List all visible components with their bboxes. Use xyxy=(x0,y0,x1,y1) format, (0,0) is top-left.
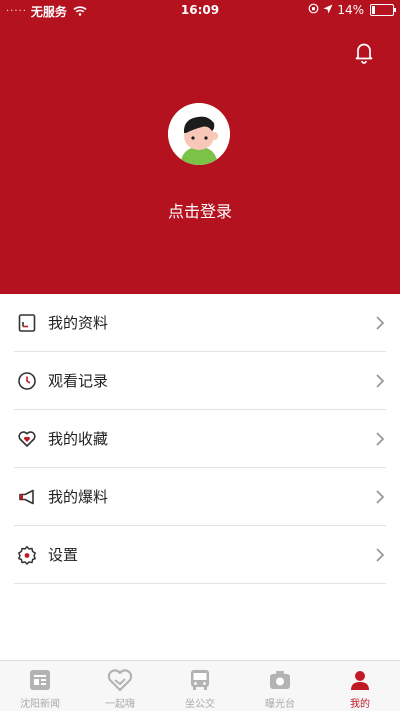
avatar[interactable] xyxy=(168,103,230,165)
menu-item-history[interactable]: 观看记录 xyxy=(14,352,386,410)
camera-icon xyxy=(267,667,293,693)
tab-news[interactable]: 沈阳新闻 xyxy=(0,661,80,711)
status-bar: ····· 无服务 16:09 14% xyxy=(0,0,400,20)
chevron-right-icon xyxy=(374,547,386,563)
battery-icon xyxy=(370,4,396,16)
chevron-right-icon xyxy=(374,431,386,447)
heart-icon xyxy=(16,428,38,450)
menu-item-favorites[interactable]: 我的收藏 xyxy=(14,410,386,468)
battery-percent: 14% xyxy=(337,3,364,17)
chevron-right-icon xyxy=(374,373,386,389)
chevron-right-icon xyxy=(374,315,386,331)
location-icon xyxy=(323,3,333,17)
news-icon xyxy=(27,667,53,693)
menu-item-label: 我的收藏 xyxy=(48,430,109,448)
clock-icon xyxy=(16,370,38,392)
tab-label: 我的 xyxy=(350,699,370,710)
menu-item-label: 观看记录 xyxy=(48,372,109,390)
menu-item-reports[interactable]: 我的爆料 xyxy=(14,468,386,526)
chevron-right-icon xyxy=(374,489,386,505)
login-link[interactable]: 点击登录 xyxy=(0,198,400,222)
tab-mine[interactable]: 我的 xyxy=(320,661,400,711)
tab-label: 曝光台 xyxy=(265,699,295,710)
menu-item-label: 我的爆料 xyxy=(48,488,109,506)
menu-item-profile[interactable]: 我的资料 xyxy=(14,294,386,352)
tab-label: 沈阳新闻 xyxy=(20,699,60,710)
orientation-lock-icon xyxy=(308,3,319,17)
user-icon xyxy=(347,667,373,693)
heart-hands-icon xyxy=(107,667,133,693)
gear-icon xyxy=(16,544,38,566)
bus-icon xyxy=(187,667,213,693)
megaphone-icon xyxy=(16,486,38,508)
notification-bell-icon[interactable] xyxy=(352,40,376,64)
menu-item-label: 设置 xyxy=(48,546,79,564)
profile-doc-icon xyxy=(16,312,38,334)
tab-label: 一起嗨 xyxy=(105,699,135,710)
menu-item-label: 我的资料 xyxy=(48,314,109,332)
tab-exposure[interactable]: 曝光台 xyxy=(240,661,320,711)
profile-menu: 我的资料 观看记录 我的收藏 我的爆料 设置 xyxy=(14,294,386,584)
tab-together[interactable]: 一起嗨 xyxy=(80,661,160,711)
profile-header: ····· 无服务 16:09 14% 点击登录 xyxy=(0,0,400,294)
bottom-tab-bar: 沈阳新闻 一起嗨 坐公交 曝光台 我的 xyxy=(0,660,400,711)
tab-bus[interactable]: 坐公交 xyxy=(160,661,240,711)
menu-item-settings[interactable]: 设置 xyxy=(14,526,386,584)
tab-label: 坐公交 xyxy=(185,699,215,710)
